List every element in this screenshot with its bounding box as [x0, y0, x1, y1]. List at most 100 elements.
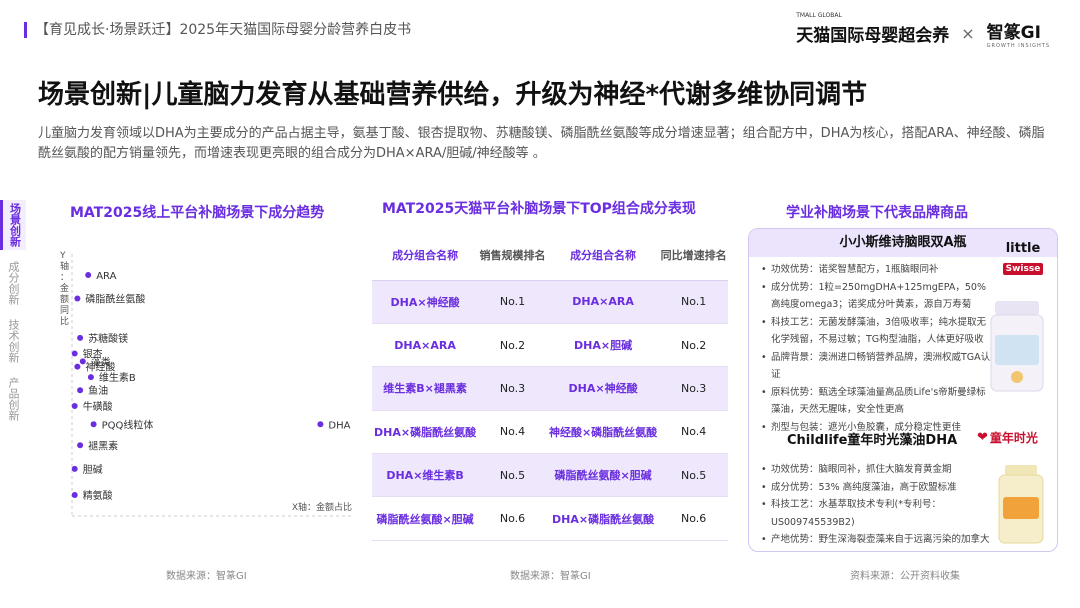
table-row: DHA×磷脂酰丝氨酸 No.4 神经酸×磷脂酰丝氨酸 No.4 [372, 410, 728, 455]
scatter-point-label: 精氨酸 [83, 489, 113, 502]
side-nav-item-scene[interactable]: 场景创新 [0, 200, 26, 250]
brand2-feature: 功效优势：脑眼同补，抓住大脑发育黄金期 [759, 461, 995, 479]
scatter-point-label: 磷脂酰丝氨酸 [85, 293, 145, 306]
brand-section-title: 学业补脑场景下代表品牌商品 [786, 205, 968, 221]
scatter-point [77, 442, 84, 449]
combo-cell: 神经酸×磷脂酰丝氨酸 [546, 410, 660, 455]
brand2-feature-list: 功效优势：脑眼同补，抓住大脑发育黄金期 成分优势：53% 高纯度藻油，高于欧盟标… [759, 461, 995, 551]
side-nav: 场景创新 成分创新 技术创新 产品创新 [0, 200, 26, 432]
brand2-feature: 产地优势：野生深海裂壶藻来自于远离污染的加拿大芬迪湾海域 [759, 531, 995, 551]
scatter-chart-svg: Y 轴：金额同比X轴：金额占比ARA磷脂酰丝氨酸苏糖酸镁银杏藻类神经酸维生素B鱼油… [59, 251, 352, 517]
header-combo-name: 成分组合名称 [372, 230, 479, 281]
scatter-point-label: 胆碱 [83, 464, 103, 476]
scatter-point [87, 374, 94, 381]
combo-cell: DHA×ARA [372, 323, 479, 368]
rank-cell: No.2 [478, 323, 547, 368]
rank-cell: No.4 [478, 410, 547, 455]
scatter-point [77, 387, 84, 394]
table-header-row: 成分组合名称 销售规模排名 成分组合名称 同比增速排名 [372, 230, 728, 281]
table-row: 维生素B×褪黑素 No.3 DHA×神经酸 No.3 [372, 366, 728, 411]
scatter-point-label: 神经酸 [85, 361, 115, 374]
x-axis-label: X轴：金额占比 [292, 501, 352, 513]
table-row: DHA×维生素B No.5 磷脂酰丝氨酸×胆碱 No.5 [372, 453, 728, 498]
combo-cell: DHA×维生素B [372, 453, 479, 498]
scatter-point [74, 295, 81, 302]
rank-cell: No.6 [659, 496, 728, 541]
rank-cell: No.5 [659, 453, 728, 498]
combo-cell: DHA×神经酸 [372, 280, 479, 324]
tmall-brand-name: 天猫国际母婴超会养 [796, 26, 950, 46]
scatter-point-label: PQQ线粒体 [102, 418, 154, 431]
gi-brand: 智篆GI GROWTH INSIGHTS [987, 18, 1050, 49]
table-row: DHA×ARA No.2 DHA×胆碱 No.2 [372, 323, 728, 368]
header-growth-rank: 同比增速排名 [659, 230, 728, 281]
table-row: 磷脂酰丝氨酸×胆碱 No.6 DHA×磷脂酰丝氨酸 No.6 [372, 496, 728, 541]
brand-panel: 小小斯维诗脑眼双A瓶 little Swisse 功效优势：诺奖智慧配方，1瓶脑… [748, 228, 1058, 552]
rank-cell: No.4 [659, 410, 728, 455]
rank-cell: No.1 [478, 280, 547, 324]
brand1-feature: 科技工艺：无菌发酵藻油，3倍吸收率；纯水提取无化学残留，不易过敏；TG构型油脂，… [759, 314, 995, 349]
brand2-feature: 科技工艺：水基萃取技术专利(*专利号：US009745539B2) [759, 496, 995, 531]
scatter-point [85, 271, 92, 278]
scatter-point-label: 牛磺酸 [83, 400, 113, 413]
scatter-point-label: 苏糖酸镁 [88, 332, 128, 345]
scatter-point [77, 334, 84, 341]
header-bar: 【育见成长·场景跃迁】2025年天猫国际母婴分龄营养白皮书 TMALL GLOB… [0, 0, 1080, 62]
rank-cell: No.1 [659, 280, 728, 324]
scatter-point [74, 363, 81, 370]
rank-cell: No.5 [478, 453, 547, 498]
table-section-title: MAT2025天猫平台补脑场景下TOP组合成分表现 [382, 201, 696, 217]
side-nav-item-ingredient[interactable]: 成分创新 [0, 258, 26, 308]
table-row: DHA×神经酸 No.1 DHA×ARA No.1 [372, 280, 728, 324]
combo-cell: DHA×胆碱 [546, 323, 660, 368]
report-series-title: 【育见成长·场景跃迁】2025年天猫国际母婴分龄营养白皮书 [24, 22, 411, 38]
brand1-feature: 品牌背景：澳洲进口畅销营养品牌，澳洲权威TGA认证 [759, 349, 995, 384]
brand1-feature: 成分优势：1粒=250mgDHA+125mgEPA，50%高纯度omega3；诺… [759, 279, 995, 314]
source-left: 数据来源：智篆GI [166, 571, 247, 582]
combo-cell: 磷脂酰丝氨酸×胆碱 [372, 496, 479, 541]
childlife-logo-text: 童年时光 [989, 431, 1038, 445]
scatter-point [71, 402, 78, 409]
childlife-bottle-image [998, 465, 1044, 544]
combo-cell: DHA×磷脂酰丝氨酸 [372, 410, 479, 455]
side-nav-item-product[interactable]: 产品创新 [0, 374, 26, 424]
combo-cell: DHA×ARA [546, 280, 660, 324]
scatter-point-label: 鱼油 [88, 384, 108, 397]
scatter-point [71, 350, 78, 357]
tmall-brand: TMALL GLOBAL 天猫国际母婴超会养 [796, 12, 950, 46]
tmall-global-sub: TMALL GLOBAL [796, 12, 842, 19]
swisse-logo: little Swisse [997, 241, 1049, 281]
brand-separator: × [961, 24, 975, 43]
combo-table: 成分组合名称 销售规模排名 成分组合名称 同比增速排名 DHA×神经酸 No.1… [372, 230, 728, 541]
scatter-point [317, 421, 324, 428]
gi-brand-name: 智篆GI [986, 23, 1041, 43]
combo-cell: DHA×磷脂酰丝氨酸 [546, 496, 660, 541]
scatter-point [90, 421, 97, 428]
brand1-feature: 功效优势：诺奖智慧配方，1瓶脑眼同补 [759, 261, 995, 279]
intro-paragraph: 儿童脑力发育领域以DHA为主要成分的产品占据主导，氨基丁酸、银杏提取物、苏糖酸镁… [38, 126, 1045, 161]
gi-brand-sub: GROWTH INSIGHTS [986, 43, 1050, 49]
y-axis-label: Y 轴：金额同比 [59, 251, 69, 327]
scatter-section-title: MAT2025线上平台补脑场景下成分趋势 [70, 205, 325, 221]
side-nav-item-tech[interactable]: 技术创新 [0, 316, 26, 366]
scatter-point-label: 褪黑素 [88, 439, 118, 452]
scatter-point-label: 维生素B [99, 371, 136, 384]
rank-cell: No.2 [659, 323, 728, 368]
source-right: 资料来源：公开资料收集 [850, 571, 960, 582]
page-title: 场景创新|儿童脑力发育从基础营养供给，升级为神经*代谢多维协同调节 [38, 80, 868, 110]
scatter-point [71, 465, 78, 472]
header-brands: TMALL GLOBAL 天猫国际母婴超会养 × 智篆GI GROWTH INS… [796, 12, 1050, 49]
swisse-logo-little: little [1005, 241, 1041, 256]
rank-cell: No.3 [659, 366, 728, 411]
header-combo-name-2: 成分组合名称 [546, 230, 660, 281]
heart-icon: ❤ [977, 430, 988, 445]
combo-cell: 磷脂酰丝氨酸×胆碱 [546, 453, 660, 498]
swisse-logo-swisse: Swisse [1002, 263, 1044, 275]
combo-cell: DHA×神经酸 [546, 366, 660, 411]
childlife-logo: ❤ 童年时光 [977, 429, 1038, 446]
brand2-title: Childlife童年时光藻油DHA [787, 433, 958, 448]
rank-cell: No.3 [478, 366, 547, 411]
brand1-feature: 原料优势：甄选全球藻油量高品质Life's帝斯曼绿标藻油，天然无腥味，安全性更高 [759, 384, 995, 419]
scatter-point-label: ARA [96, 271, 116, 282]
scatter-chart: Y 轴：金额同比 X轴：金额占比 ARA 磷脂酰丝氨酸 苏糖酸镁 银杏 藻类 神经酸 维生素B 鱼油… [40, 236, 360, 526]
